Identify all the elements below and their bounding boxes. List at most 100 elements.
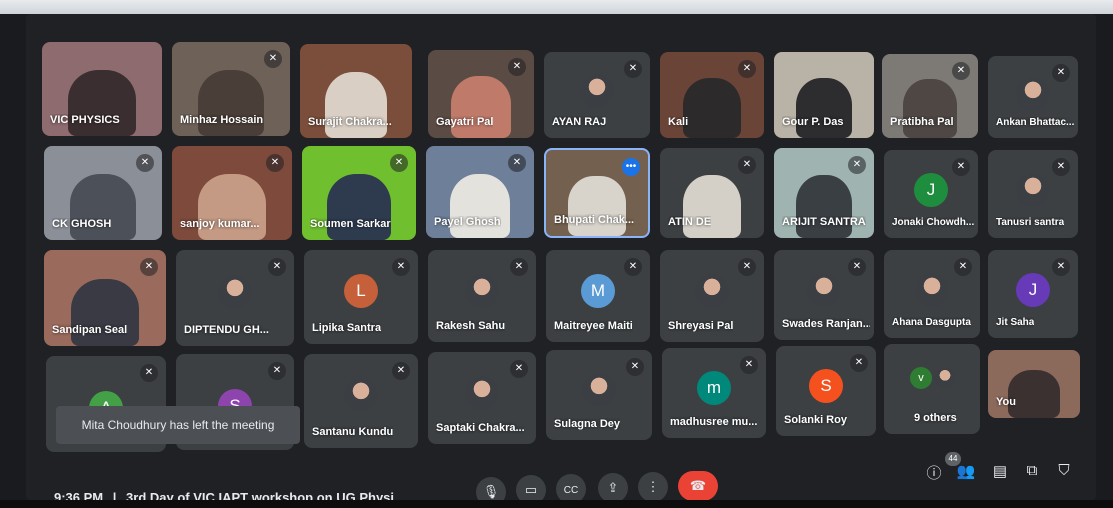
avatar: [582, 373, 616, 408]
mic-off-icon: ✕: [954, 258, 972, 276]
participant-tile[interactable]: ✕ CK GHOSH: [44, 146, 162, 240]
participant-name: ATIN DE: [668, 216, 712, 228]
participant-video: [197, 70, 265, 136]
mic-off-icon: ✕: [1052, 64, 1070, 82]
participant-tile[interactable]: ✕ Payel Ghosh: [426, 146, 534, 238]
avatar: v: [910, 367, 932, 390]
mic-off-icon: ✕: [510, 258, 528, 276]
avatar: S: [809, 369, 843, 404]
participant-tile[interactable]: ✕ Swades Ranjan...: [774, 250, 874, 340]
activities-icon[interactable]: ⧉: [1022, 462, 1042, 479]
participant-name: Pratibha Pal: [890, 116, 954, 128]
leave-call-button[interactable]: ☎: [678, 471, 718, 501]
chat-icon[interactable]: ▤: [990, 462, 1010, 480]
mic-off-icon: ✕: [140, 364, 158, 382]
camera-icon: ▭: [524, 482, 538, 497]
participant-video: [327, 174, 391, 240]
participant-name: Payel Ghosh: [434, 216, 501, 228]
avatar: [218, 274, 252, 309]
participant-name: Maitreyee Maiti: [554, 320, 633, 332]
present-screen-button[interactable]: ⇪: [598, 473, 628, 503]
mic-off-icon: ✕: [390, 154, 408, 172]
participant-tile[interactable]: ✕ Santanu Kundu: [304, 354, 418, 448]
participant-name: Santanu Kundu: [312, 426, 394, 438]
participant-tile[interactable]: ✕ Rakesh Sahu: [428, 250, 536, 342]
participant-tile[interactable]: Surajit Chakra...: [300, 44, 412, 138]
participant-name: Solanki Roy: [784, 414, 847, 426]
participant-tile[interactable]: ✕ Ankan Bhattac...: [988, 56, 1078, 138]
participant-name: Bhupati Chak...: [554, 214, 635, 226]
participant-name: Tanusri santra: [996, 217, 1065, 228]
participant-name: AYAN RAJ: [552, 116, 607, 128]
participant-tile[interactable]: ✕ Kali: [660, 52, 764, 138]
avatar: J: [914, 172, 948, 207]
participant-video: [682, 77, 742, 138]
participant-tile[interactable]: ✕ Sandipan Seal: [44, 250, 166, 346]
avatar: L: [344, 274, 378, 309]
participant-tile[interactable]: ✕ Sulagna Dey: [546, 350, 652, 440]
avatar: [465, 273, 499, 308]
participant-tile[interactable]: ✕ ARIJIT SANTRA: [774, 148, 874, 238]
mic-off-icon: ✕: [1052, 258, 1070, 276]
mic-off-icon: ✕: [136, 154, 154, 172]
participant-tile[interactable]: M ✕ Maitreyee Maiti: [546, 250, 650, 342]
participant-tile[interactable]: VIC PHYSICS: [42, 42, 162, 136]
participant-tile[interactable]: ✕ DIPTENDU GH...: [176, 250, 294, 346]
participant-tile[interactable]: ✕ Tanusri santra: [988, 150, 1078, 238]
participant-tile[interactable]: J ✕ Jonaki Chowdh...: [884, 150, 978, 238]
participant-video: [682, 175, 742, 238]
participant-name: Rakesh Sahu: [436, 320, 506, 332]
participant-name: Kali: [668, 116, 689, 128]
self-view-tile[interactable]: You: [988, 350, 1080, 418]
participant-count-badge: 44: [945, 452, 961, 466]
people-icon[interactable]: 👥: [956, 462, 976, 480]
mic-off-icon: ✕: [740, 356, 758, 374]
avatar: [344, 378, 378, 413]
participant-name: You: [996, 396, 1016, 408]
avatar: [1016, 77, 1050, 112]
mic-off-icon: ✕: [738, 156, 756, 174]
mic-off-icon: ✕: [952, 158, 970, 176]
participant-tile[interactable]: ✕ ATIN DE: [660, 148, 764, 238]
mic-off-icon: ✕: [1052, 158, 1070, 176]
participant-video: [903, 79, 957, 138]
mic-off-icon: ✕: [624, 258, 642, 276]
participant-tile[interactable]: ✕ Minhaz Hossain: [172, 42, 290, 136]
participant-tile[interactable]: m ✕ madhusree mu...: [662, 348, 766, 438]
participant-name: Swades Ranjan...: [782, 318, 870, 330]
participant-tile[interactable]: ✕ Saptaki Chakra...: [428, 352, 536, 444]
participant-tile[interactable]: ✕ AYAN RAJ: [544, 52, 650, 138]
participant-tile[interactable]: J ✕ Jit Saha: [988, 250, 1078, 338]
participant-tile[interactable]: ✕ Soumen Sarkar: [302, 146, 416, 240]
mic-off-icon: ✕: [510, 360, 528, 378]
captions-icon: CC: [563, 485, 579, 496]
mic-off-icon: ✕: [508, 58, 526, 76]
participant-name: Jonaki Chowdh...: [892, 217, 975, 228]
participant-name: sanjoy kumar...: [180, 218, 260, 230]
mic-off-icon: ✕: [850, 354, 868, 372]
more-options-icon[interactable]: •••: [622, 158, 640, 176]
present-icon: ⇪: [607, 480, 619, 495]
participant-tile[interactable]: ✕ Gayatri Pal: [428, 50, 534, 138]
more-options-button[interactable]: ⋮: [638, 472, 668, 502]
avatar: [580, 74, 614, 109]
mic-off-icon: ✕: [508, 154, 526, 172]
avatar: [934, 367, 956, 390]
participant-tile[interactable]: S ✕ Solanki Roy: [776, 346, 876, 436]
participant-tile[interactable]: ✕ Shreyasi Pal: [660, 250, 764, 342]
mic-off-icon: ✕: [624, 60, 642, 78]
monitor-bezel-top: [0, 0, 1113, 14]
others-tile[interactable]: v 9 others: [884, 344, 980, 434]
avatar: [465, 375, 499, 410]
participant-tile[interactable]: Gour P. Das: [774, 52, 874, 138]
participant-tile[interactable]: ✕ Ahana Dasgupta: [884, 250, 980, 338]
participant-tile[interactable]: ••• Bhupati Chak...: [544, 148, 650, 238]
meeting-info-icon[interactable]: ⓘ: [924, 462, 944, 483]
host-controls-icon[interactable]: ⛉: [1054, 462, 1074, 479]
participant-tile[interactable]: ✕ sanjoy kumar...: [172, 146, 292, 240]
participant-tile[interactable]: L ✕ Lipika Santra: [304, 250, 418, 344]
mic-off-icon: ✕: [952, 62, 970, 80]
participant-tile[interactable]: ✕ Pratibha Pal: [882, 54, 978, 138]
avatar: [915, 272, 949, 307]
left-meeting-notification: Mita Choudhury has left the meeting: [56, 406, 300, 444]
